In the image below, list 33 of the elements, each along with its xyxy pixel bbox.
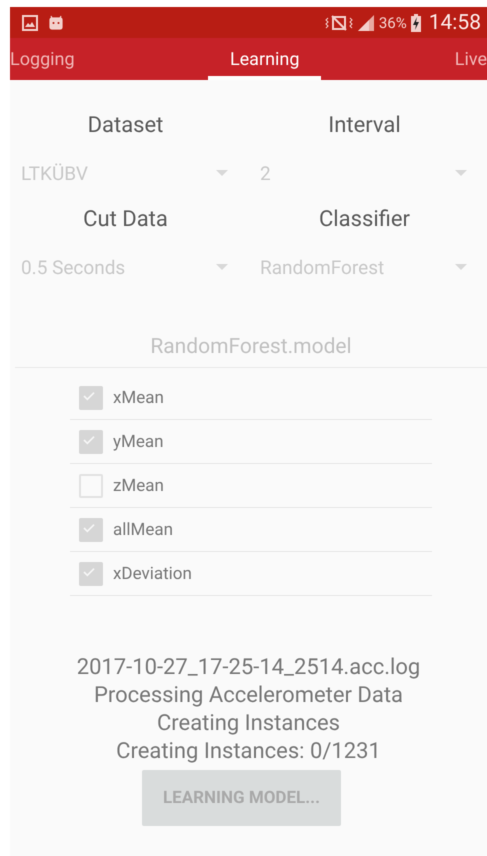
setting-label: Classifier	[318, 206, 411, 234]
log-line: Creating Instances: 0/1231	[116, 738, 381, 766]
setting-label: Dataset	[86, 112, 164, 140]
picture-icon	[22, 14, 38, 30]
feature-label: xDeviation	[113, 564, 192, 584]
battery-charging-icon	[410, 14, 421, 32]
checkbox[interactable]	[79, 386, 103, 410]
dropdown-arrow-icon	[455, 170, 467, 176]
checkbox[interactable]	[79, 562, 103, 586]
tab[interactable]: Live	[454, 38, 487, 80]
setting-label: Interval	[327, 112, 402, 140]
vibrate-off-icon	[324, 14, 353, 32]
checkbox[interactable]	[79, 474, 103, 498]
checkbox[interactable]	[79, 518, 103, 542]
dropdown-arrow-icon	[216, 264, 228, 270]
robot-icon	[48, 14, 64, 30]
feature-label: xMean	[113, 388, 164, 408]
tab[interactable]: Logging	[10, 38, 75, 80]
checkbox[interactable]	[79, 430, 103, 454]
battery-percentage: 36%	[378, 14, 407, 32]
dropdown-arrow-icon	[216, 170, 228, 176]
feature-label: allMean	[113, 520, 174, 540]
model-name-field[interactable]: RandomForest.model	[15, 329, 487, 368]
feature-label: zMean	[113, 476, 164, 496]
clock-time: 14:58	[428, 10, 481, 34]
setting-label: Cut Data	[82, 206, 169, 234]
log-line: Creating Instances	[156, 710, 340, 738]
dropdown-arrow-icon	[455, 264, 467, 270]
log-line: Processing Accelerometer Data	[94, 682, 404, 710]
log-line: 2017-10-27_17-25-14_2514.acc.log	[76, 654, 420, 682]
tab[interactable]: Learning	[208, 38, 322, 80]
signal-icon	[356, 14, 375, 32]
feature-label: yMean	[113, 432, 164, 452]
